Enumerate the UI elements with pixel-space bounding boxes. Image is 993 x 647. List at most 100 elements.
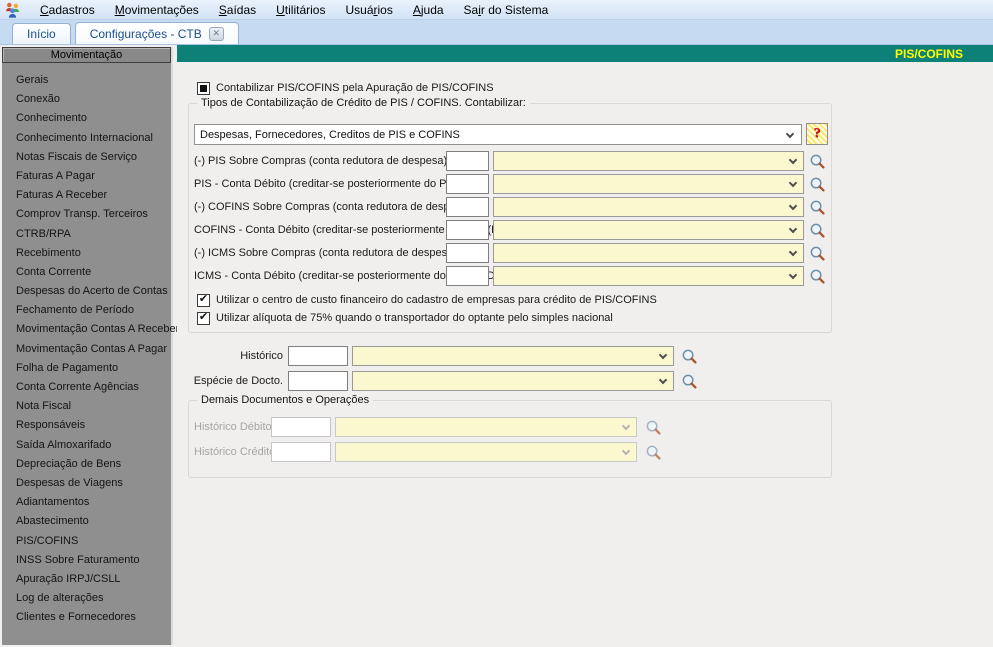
sidebar-item-notas-fiscais-de-servico[interactable]: Notas Fiscais de Serviço [16, 148, 171, 167]
sidebar-item-conta-corrente[interactable]: Conta Corrente [16, 263, 171, 282]
menu-cadastros[interactable]: Cadastros [30, 1, 105, 19]
menu-bar: Cadastros Movimentações Saídas Utilitári… [0, 0, 993, 20]
historico-combo[interactable] [352, 346, 674, 366]
search-magnifier-button[interactable] [809, 268, 826, 285]
historico-creditos-combo [335, 442, 637, 462]
sidebar-item-log-de-alteracoes[interactable]: Log de alterações [16, 589, 171, 608]
account-code-input[interactable] [446, 151, 489, 171]
search-magnifier-button[interactable] [809, 222, 826, 239]
field-label: ICMS - Conta Débito (creditar-se posteri… [194, 270, 499, 282]
chevron-down-icon [788, 178, 798, 188]
menu-movimentacoes[interactable]: Movimentações [105, 1, 209, 19]
main-content: PIS/COFINS Contabilizar PIS/COFINS pela … [177, 45, 993, 647]
sidebar-item-clientes-e-fornecedores[interactable]: Clientes e Fornecedores [16, 608, 171, 627]
cofins-conta-debito-row: COFINS - Conta Débito (creditar-se poste… [194, 220, 826, 240]
field-label: Histórico Débitos [194, 421, 278, 433]
account-combo[interactable] [493, 266, 804, 286]
tab-configuracoes-ctb[interactable]: Configurações - CTB ✕ [74, 22, 239, 44]
tab-inicio[interactable]: Início [12, 23, 71, 44]
sidebar-item-despesas-do-acerto-de-contas[interactable]: Despesas do Acerto de Contas [16, 282, 171, 301]
sidebar-item-nota-fiscal[interactable]: Nota Fiscal [16, 397, 171, 416]
pis-conta-debito-row: PIS - Conta Débito (creditar-se posterio… [194, 174, 826, 194]
sidebar-item-apuracao-irpj-csll[interactable]: Apuração IRPJ/CSLL [16, 570, 171, 589]
group-title: Demais Documentos e Operações [197, 394, 374, 406]
especie-code-input[interactable] [288, 371, 348, 391]
field-label: (-) PIS Sobre Compras (conta redutora de… [194, 155, 466, 167]
sidebar-item-recebimento[interactable]: Recebimento [16, 244, 171, 263]
chevron-down-icon [785, 129, 795, 139]
sidebar-item-folha-de-pagamento[interactable]: Folha de Pagamento [16, 359, 171, 378]
sidebar-item-depreciacao-de-bens[interactable]: Depreciação de Bens [16, 455, 171, 474]
account-combo[interactable] [493, 174, 804, 194]
historico-code-input[interactable] [288, 346, 348, 366]
account-combo[interactable] [493, 151, 804, 171]
search-magnifier-button[interactable] [681, 373, 698, 390]
sidebar-item-adiantamentos[interactable]: Adiantamentos [16, 493, 171, 512]
sidebar-item-abastecimento[interactable]: Abastecimento [16, 512, 171, 531]
tab-label: Início [27, 27, 56, 41]
historico-row: Histórico [188, 346, 698, 366]
pis-sobre-compras-row: (-) PIS Sobre Compras (conta redutora de… [194, 151, 826, 171]
account-code-input[interactable] [446, 174, 489, 194]
sidebar-title: Movimentação [2, 47, 171, 63]
especie-combo[interactable] [352, 371, 674, 391]
sidebar-item-faturas-a-receber[interactable]: Faturas A Receber [16, 186, 171, 205]
account-code-input[interactable] [446, 243, 489, 263]
sidebar-item-despesas-de-viagens[interactable]: Despesas de Viagens [16, 474, 171, 493]
sidebar-item-conhecimento[interactable]: Conhecimento [16, 109, 171, 128]
especie-docto-row: Espécie de Docto. [188, 371, 698, 391]
sidebar-item-fechamento-de-periodo[interactable]: Fechamento de Período [16, 301, 171, 320]
sidebar-item-comprov-transp-terceiros[interactable]: Comprov Transp. Terceiros [16, 205, 171, 224]
sidebar-item-conta-corrente-agencias[interactable]: Conta Corrente Agências [16, 378, 171, 397]
account-combo[interactable] [493, 243, 804, 263]
search-magnifier-button [645, 419, 662, 436]
aliquota-75-checkbox[interactable] [197, 311, 210, 325]
menu-ajuda[interactable]: Ajuda [403, 1, 454, 19]
sidebar-item-responsaveis[interactable]: Responsáveis [16, 416, 171, 435]
sidebar-item-faturas-a-pagar[interactable]: Faturas A Pagar [16, 167, 171, 186]
historico-creditos-row: Histórico Créditos [194, 442, 662, 462]
menu-saidas[interactable]: Saídas [209, 1, 266, 19]
checkbox-label: Contabilizar PIS/COFINS pela Apuração de… [216, 82, 494, 94]
menu-utilitarios[interactable]: Utilitários [266, 1, 335, 19]
sidebar-item-saida-almoxarifado[interactable]: Saída Almoxarifado [16, 436, 171, 455]
field-label: Histórico Créditos [194, 446, 281, 458]
field-label: COFINS - Conta Débito (creditar-se poste… [194, 224, 503, 236]
centro-custo-checkbox[interactable] [197, 293, 210, 307]
account-code-input[interactable] [446, 266, 489, 286]
search-magnifier-button[interactable] [809, 199, 826, 216]
search-magnifier-button[interactable] [809, 176, 826, 193]
search-magnifier-button[interactable] [809, 153, 826, 170]
tab-close-icon[interactable]: ✕ [208, 26, 224, 41]
search-magnifier-button[interactable] [809, 245, 826, 262]
account-code-input[interactable] [446, 197, 489, 217]
tab-label: Configurações - CTB [89, 26, 202, 41]
sidebar-item-movimentacao-contas-a-receber[interactable]: Movimentação Contas A Receber [16, 320, 179, 339]
chevron-down-icon [658, 375, 668, 385]
account-combo[interactable] [493, 220, 804, 240]
group-title: Tipos de Contabilização de Crédito de PI… [197, 97, 530, 109]
sidebar-item-ctrb-rpa[interactable]: CTRB/RPA [16, 225, 171, 244]
contabilizar-apuracao-checkbox[interactable] [197, 81, 210, 95]
historico-creditos-code-input [271, 442, 331, 462]
credit-type-select[interactable]: Despesas, Fornecedores, Creditos de PIS … [194, 124, 802, 145]
sidebar-item-movimentacao-contas-a-pagar[interactable]: Movimentação Contas A Pagar [16, 340, 171, 359]
tab-bar: Início Configurações - CTB ✕ [0, 20, 993, 45]
sidebar-item-pis-cofins[interactable]: PIS/COFINS [16, 532, 171, 551]
historico-debitos-combo [335, 417, 637, 437]
chevron-down-icon [658, 350, 668, 360]
help-button[interactable]: ? [806, 123, 828, 145]
account-code-input[interactable] [446, 220, 489, 240]
chevron-down-icon [788, 247, 798, 257]
account-combo[interactable] [493, 197, 804, 217]
icms-sobre-compras-row: (-) ICMS Sobre Compras (conta redutora d… [194, 243, 826, 263]
sidebar-item-gerais[interactable]: Gerais [16, 71, 171, 90]
sidebar-item-conhecimento-internacional[interactable]: Conhecimento Internacional [16, 129, 171, 148]
sidebar-movimentacao: Movimentação Gerais Conexão Conhecimento… [2, 47, 179, 645]
field-label: PIS - Conta Débito (creditar-se posterio… [194, 178, 479, 190]
sidebar-item-inss-sobre-faturamento[interactable]: INSS Sobre Faturamento [16, 551, 171, 570]
menu-usuarios[interactable]: Usuários [335, 1, 402, 19]
sidebar-item-conexao[interactable]: Conexão [16, 90, 171, 109]
menu-sair-do-sistema[interactable]: Sair do Sistema [454, 1, 559, 19]
search-magnifier-button[interactable] [681, 348, 698, 365]
